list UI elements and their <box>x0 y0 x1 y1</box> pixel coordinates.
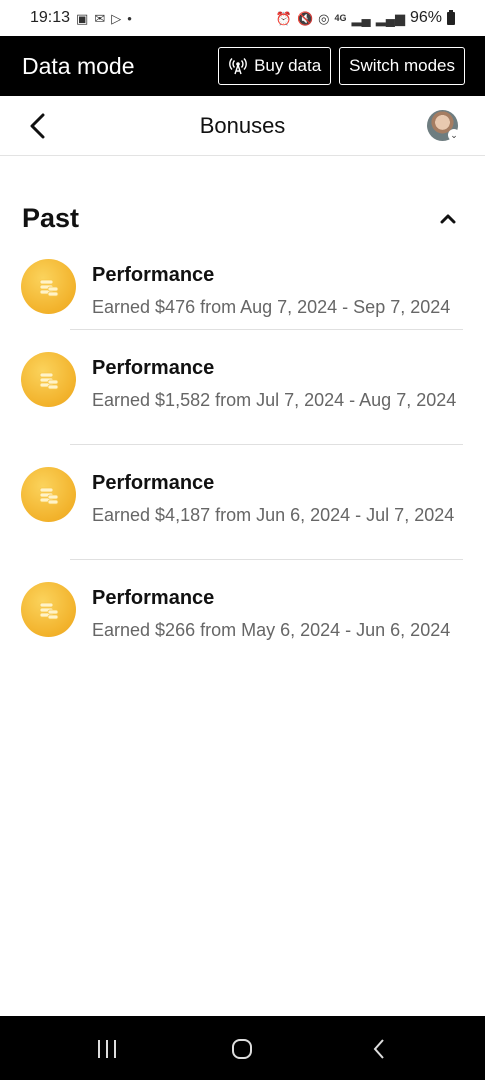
chevron-up-icon <box>440 214 456 223</box>
play-store-notification-icon: ▷ <box>111 10 122 26</box>
avatar-chevron-down-icon: ⌄ <box>448 129 460 141</box>
bonus-item[interactable]: Performance Earned $476 from Aug 7, 2024… <box>0 258 485 330</box>
bonus-item[interactable]: Performance Earned $4,187 from Jun 6, 20… <box>0 445 485 560</box>
signal-icon-2: ▂▄▆ <box>375 10 405 26</box>
bonus-description: Earned $1,582 from Jul 7, 2024 - Aug 7, … <box>92 390 457 410</box>
coin-stack-icon <box>21 259 76 314</box>
gallery-notification-icon: ▣ <box>76 10 89 26</box>
coin-stack-icon <box>21 582 76 637</box>
bonus-description: Earned $266 from May 6, 2024 - Jun 6, 20… <box>92 620 451 640</box>
collapse-section-button[interactable] <box>436 206 460 230</box>
data-mode-title: Data mode <box>22 52 135 79</box>
system-back-icon <box>373 1039 384 1059</box>
bonus-description: Earned $476 from Aug 7, 2024 - Sep 7, 20… <box>92 297 451 317</box>
section-title: Past <box>22 203 80 233</box>
page-header: Bonuses ⌄ <box>0 96 485 156</box>
bonus-description: Earned $4,187 from Jun 6, 2024 - Jul 7, … <box>92 505 455 525</box>
data-mode-bar: Data mode Buy data Switch modes <box>0 36 485 96</box>
bonus-list: Performance Earned $476 from Aug 7, 2024… <box>0 258 485 650</box>
status-left: 19:13 ▣ ✉ ▷ • <box>30 9 132 27</box>
mute-icon: 🔇 <box>296 10 314 26</box>
battery-percent: 96% <box>409 9 442 26</box>
home-button[interactable] <box>227 1036 257 1062</box>
battery-icon <box>447 9 455 25</box>
network-type-icon: 4G <box>334 12 347 23</box>
buy-data-button[interactable]: Buy data <box>218 47 332 85</box>
bonus-title: Performance <box>92 587 215 609</box>
alarm-icon: ⏰ <box>275 10 292 26</box>
bonus-title: Performance <box>92 357 215 379</box>
coin-stack-icon <box>21 352 76 407</box>
coin-stack-icon <box>21 467 76 522</box>
gmail-notification-icon: ✉ <box>94 10 106 26</box>
buy-data-label: Buy data <box>254 56 322 75</box>
back-button[interactable] <box>24 110 52 142</box>
hotspot-icon: ◎ <box>318 10 330 26</box>
status-right: ⏰ 🔇 ◎ 4G ▂▄ ▂▄▆ 96% <box>276 9 455 27</box>
status-bar: 19:13 ▣ ✉ ▷ • ⏰ 🔇 ◎ 4G ▂▄ ▂▄▆ 96% <box>0 0 485 36</box>
antenna-icon <box>229 58 247 75</box>
recent-apps-icon <box>98 1040 116 1058</box>
recent-apps-button[interactable] <box>92 1036 122 1062</box>
clock: 19:13 <box>30 9 71 26</box>
switch-modes-label: Switch modes <box>349 56 455 75</box>
signal-icon-1: ▂▄ <box>351 10 371 26</box>
home-icon <box>232 1039 252 1059</box>
bonus-item[interactable]: Performance Earned $1,582 from Jul 7, 20… <box>0 330 485 445</box>
page-title: Bonuses <box>199 112 286 138</box>
bonus-title: Performance <box>92 472 215 494</box>
back-arrow-icon <box>30 113 45 139</box>
switch-modes-button[interactable]: Switch modes <box>339 47 465 85</box>
more-notifications-dot-icon: • <box>127 10 132 26</box>
system-nav-bar <box>0 1016 485 1080</box>
bonus-item[interactable]: Performance Earned $266 from May 6, 2024… <box>0 560 485 650</box>
system-back-button[interactable] <box>364 1036 394 1062</box>
bonus-title: Performance <box>92 264 215 286</box>
